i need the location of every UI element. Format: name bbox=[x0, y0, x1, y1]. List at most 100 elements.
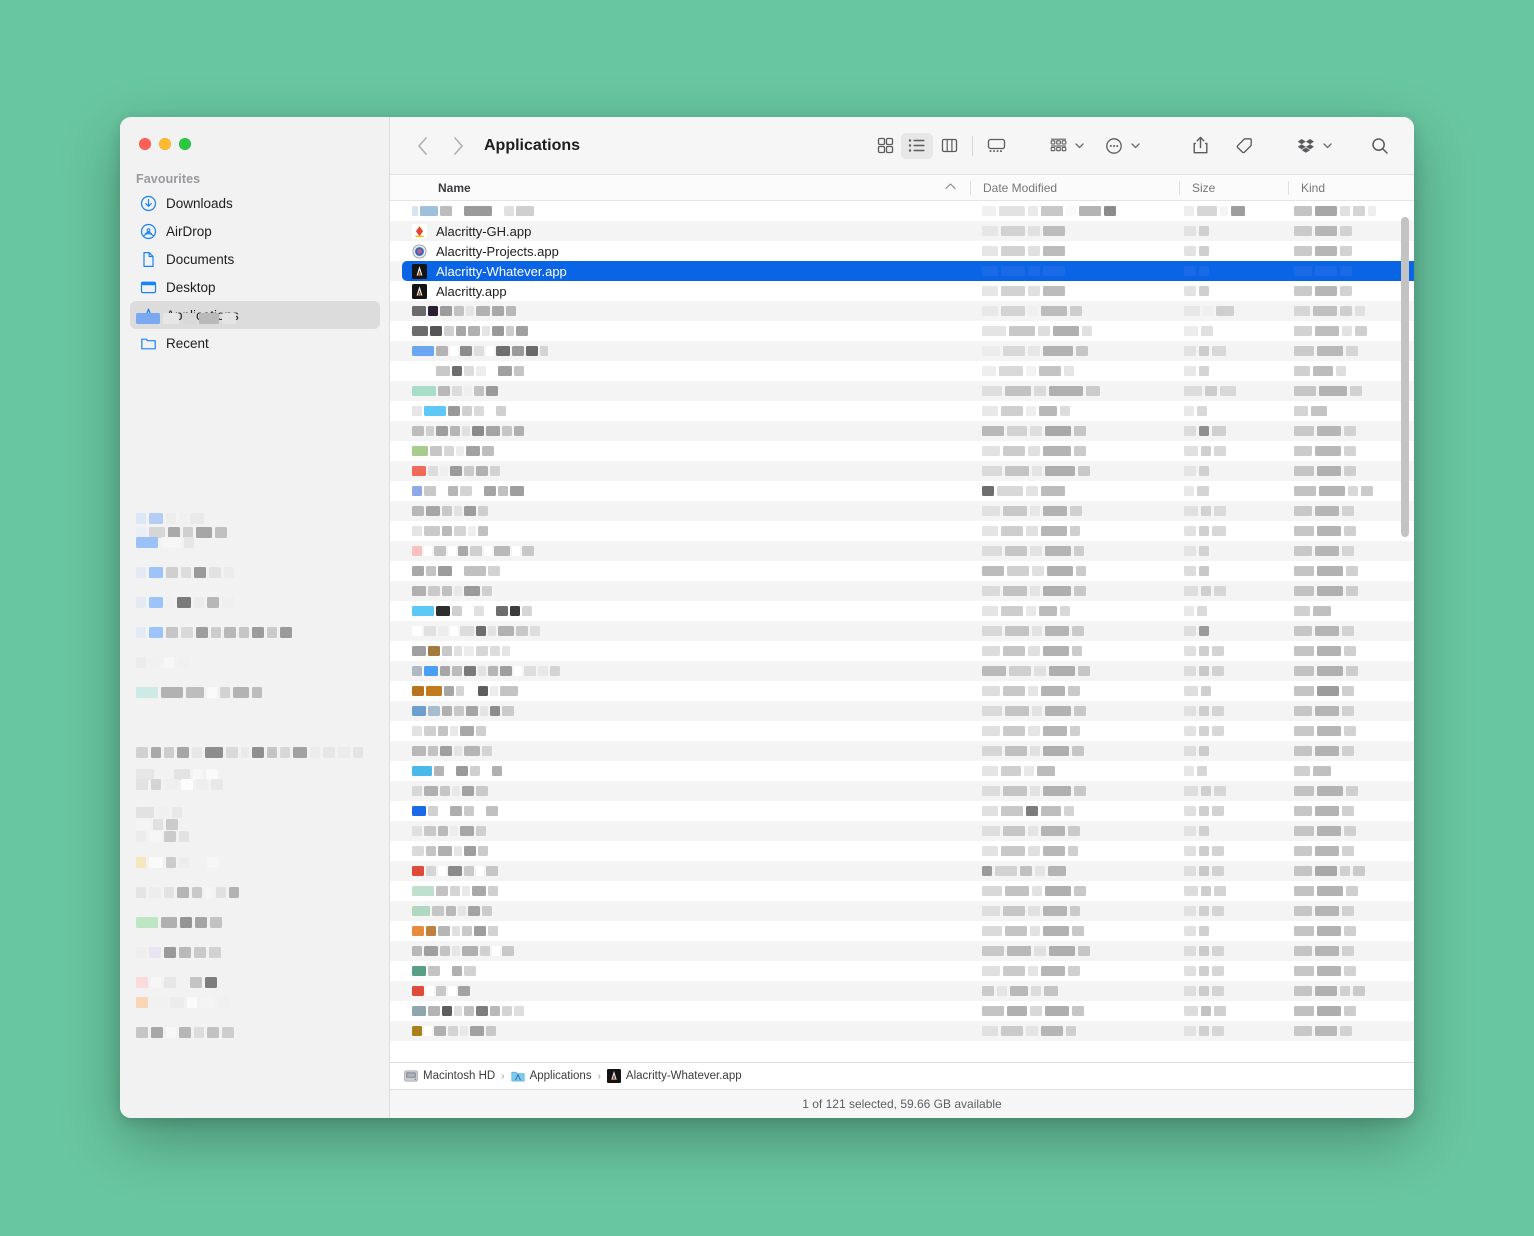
table-row[interactable] bbox=[390, 821, 1414, 841]
table-row[interactable] bbox=[390, 321, 1414, 341]
redacted-file-name-cell[interactable] bbox=[390, 206, 970, 216]
table-row[interactable] bbox=[390, 921, 1414, 941]
redacted-file-name-cell[interactable] bbox=[390, 986, 970, 996]
redacted-file-name-cell[interactable] bbox=[390, 566, 970, 576]
table-row[interactable] bbox=[390, 781, 1414, 801]
sidebar-item-downloads[interactable]: Downloads bbox=[130, 189, 380, 217]
redacted-file-name-cell[interactable] bbox=[390, 666, 970, 676]
file-name-cell[interactable]: Alacritty-Whatever.app bbox=[390, 264, 970, 279]
table-row[interactable] bbox=[390, 421, 1414, 441]
table-row[interactable] bbox=[390, 881, 1414, 901]
more-icon[interactable] bbox=[1098, 133, 1130, 159]
table-row[interactable] bbox=[390, 521, 1414, 541]
close-button[interactable] bbox=[139, 138, 151, 150]
column-view-button[interactable] bbox=[933, 133, 965, 159]
file-name-cell[interactable]: Alacritty-GH.app bbox=[390, 224, 970, 239]
sort-ascending-icon[interactable] bbox=[945, 182, 956, 193]
table-row[interactable] bbox=[390, 581, 1414, 601]
table-row[interactable] bbox=[390, 721, 1414, 741]
dropbox-chevron-down-icon[interactable] bbox=[1320, 143, 1334, 149]
redacted-file-name-cell[interactable] bbox=[390, 706, 970, 716]
list-view-button[interactable] bbox=[901, 133, 933, 159]
redacted-file-name-cell[interactable] bbox=[390, 586, 970, 596]
table-row[interactable] bbox=[390, 981, 1414, 1001]
table-row[interactable] bbox=[390, 441, 1414, 461]
sidebar-item-documents[interactable]: Documents bbox=[130, 245, 380, 273]
table-row[interactable] bbox=[390, 1041, 1414, 1061]
redacted-file-name-cell[interactable] bbox=[390, 626, 970, 636]
redacted-file-name-cell[interactable] bbox=[390, 386, 970, 396]
table-row[interactable] bbox=[390, 761, 1414, 781]
table-row[interactable] bbox=[390, 501, 1414, 521]
table-row[interactable] bbox=[390, 681, 1414, 701]
redacted-file-name-cell[interactable] bbox=[390, 686, 970, 696]
table-row[interactable] bbox=[390, 701, 1414, 721]
table-row[interactable] bbox=[390, 541, 1414, 561]
table-row[interactable] bbox=[390, 801, 1414, 821]
group-by-chevron-down-icon[interactable] bbox=[1072, 143, 1086, 149]
redacted-file-name-cell[interactable] bbox=[390, 946, 970, 956]
dropbox-control[interactable] bbox=[1290, 133, 1334, 159]
redacted-file-name-cell[interactable] bbox=[390, 646, 970, 656]
search-icon[interactable] bbox=[1364, 133, 1396, 159]
redacted-file-name-cell[interactable] bbox=[390, 346, 970, 356]
table-row[interactable] bbox=[390, 301, 1414, 321]
table-row[interactable] bbox=[390, 861, 1414, 881]
table-row[interactable]: Alacritty-Whatever.app bbox=[390, 261, 1414, 281]
redacted-file-name-cell[interactable] bbox=[390, 1006, 970, 1016]
file-name-cell[interactable]: Alacritty.app bbox=[390, 284, 970, 299]
table-row[interactable] bbox=[390, 341, 1414, 361]
column-header-kind[interactable]: Kind bbox=[1289, 181, 1414, 195]
minimize-button[interactable] bbox=[159, 138, 171, 150]
sidebar-item-recent[interactable]: Recent bbox=[130, 329, 380, 357]
redacted-file-name-cell[interactable] bbox=[390, 746, 970, 756]
table-row[interactable] bbox=[390, 461, 1414, 481]
table-row[interactable] bbox=[390, 641, 1414, 661]
redacted-file-name-cell[interactable] bbox=[390, 806, 970, 816]
group-by-icon[interactable] bbox=[1042, 133, 1074, 159]
sidebar-item-airdrop[interactable]: AirDrop bbox=[130, 217, 380, 245]
table-row[interactable] bbox=[390, 561, 1414, 581]
table-row[interactable] bbox=[390, 1001, 1414, 1021]
table-row[interactable] bbox=[390, 1021, 1414, 1041]
table-row[interactable]: Alacritty-GH.app bbox=[390, 221, 1414, 241]
table-row[interactable] bbox=[390, 961, 1414, 981]
redacted-file-name-cell[interactable] bbox=[390, 726, 970, 736]
redacted-file-name-cell[interactable] bbox=[390, 826, 970, 836]
table-row[interactable] bbox=[390, 841, 1414, 861]
forward-button[interactable] bbox=[444, 132, 472, 160]
share-icon[interactable] bbox=[1184, 133, 1216, 159]
table-row[interactable]: Alacritty-Projects.app bbox=[390, 241, 1414, 261]
redacted-file-name-cell[interactable] bbox=[390, 506, 970, 516]
redacted-file-name-cell[interactable] bbox=[390, 606, 970, 616]
redacted-file-name-cell[interactable] bbox=[390, 546, 970, 556]
redacted-file-name-cell[interactable] bbox=[390, 846, 970, 856]
redacted-file-name-cell[interactable] bbox=[390, 366, 970, 376]
path-segment[interactable]: Applications bbox=[511, 1069, 592, 1083]
column-header-date-modified[interactable]: Date Modified bbox=[971, 181, 1179, 195]
dropbox-icon[interactable] bbox=[1290, 133, 1322, 159]
table-row[interactable] bbox=[390, 601, 1414, 621]
redacted-file-name-cell[interactable] bbox=[390, 886, 970, 896]
redacted-file-name-cell[interactable] bbox=[390, 966, 970, 976]
tag-icon[interactable] bbox=[1228, 133, 1260, 159]
more-chevron-down-icon[interactable] bbox=[1128, 143, 1142, 149]
table-row[interactable] bbox=[390, 361, 1414, 381]
redacted-file-name-cell[interactable] bbox=[390, 926, 970, 936]
table-row[interactable] bbox=[390, 661, 1414, 681]
redacted-file-name-cell[interactable] bbox=[390, 486, 970, 496]
back-button[interactable] bbox=[408, 132, 436, 160]
maximize-button[interactable] bbox=[179, 138, 191, 150]
column-header-size[interactable]: Size bbox=[1180, 181, 1288, 195]
group-by-control[interactable] bbox=[1042, 133, 1086, 159]
table-row[interactable] bbox=[390, 201, 1414, 221]
icon-view-button[interactable] bbox=[869, 133, 901, 159]
gallery-view-button[interactable] bbox=[980, 133, 1012, 159]
redacted-file-name-cell[interactable] bbox=[390, 866, 970, 876]
table-row[interactable] bbox=[390, 621, 1414, 641]
table-row[interactable] bbox=[390, 481, 1414, 501]
more-actions-control[interactable] bbox=[1098, 133, 1142, 159]
redacted-file-name-cell[interactable] bbox=[390, 446, 970, 456]
redacted-file-name-cell[interactable] bbox=[390, 426, 970, 436]
redacted-file-name-cell[interactable] bbox=[390, 526, 970, 536]
